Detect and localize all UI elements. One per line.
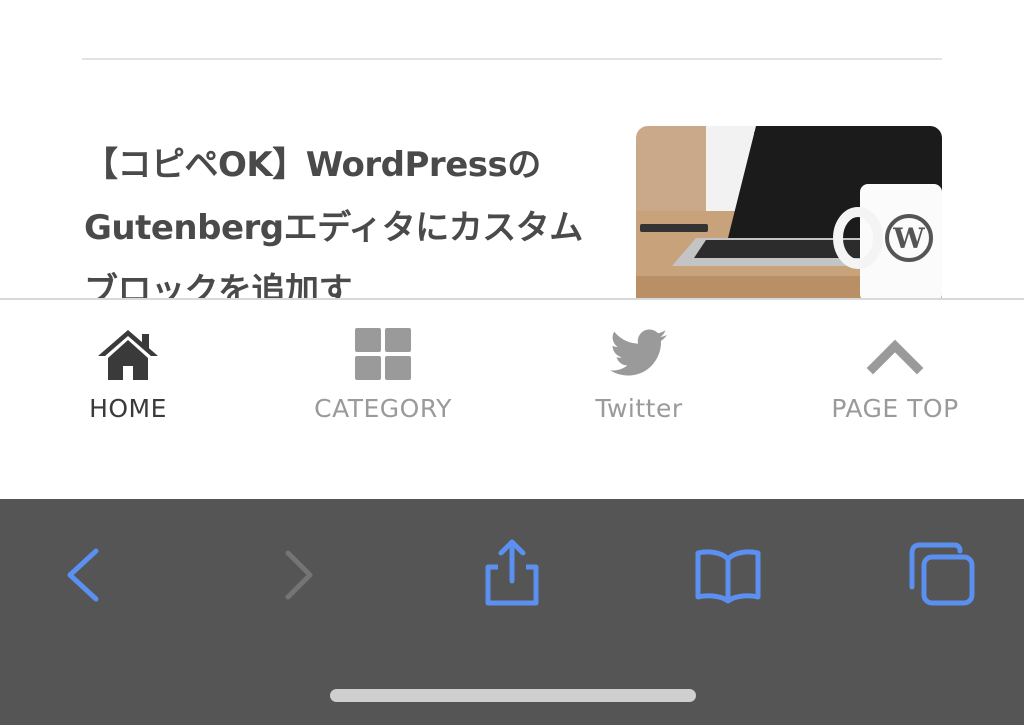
tabs-button[interactable] bbox=[902, 537, 982, 617]
back-button[interactable] bbox=[44, 537, 124, 617]
article-thumbnail[interactable]: W bbox=[636, 126, 942, 299]
share-button[interactable] bbox=[472, 537, 552, 617]
nav-home-label: HOME bbox=[89, 394, 167, 423]
nav-category-button[interactable]: CATEGORY bbox=[283, 320, 483, 430]
browser-toolbar bbox=[0, 499, 1024, 725]
chevron-right-icon bbox=[285, 550, 313, 600]
nav-category-label: CATEGORY bbox=[314, 394, 452, 423]
twitter-icon bbox=[610, 329, 667, 376]
bottom-nav-bar: HOME CATEGORY Twitter PAGE TOP bbox=[0, 298, 1024, 499]
chevron-up-icon bbox=[866, 339, 924, 375]
bookmarks-button[interactable] bbox=[688, 537, 768, 617]
divider bbox=[82, 58, 942, 60]
home-icon bbox=[98, 330, 158, 380]
book-icon bbox=[695, 549, 761, 604]
chevron-left-icon bbox=[67, 548, 99, 602]
nav-page-top-button[interactable]: PAGE TOP bbox=[795, 320, 995, 430]
page: 【コピペOK】WordPressのGutenbergエディタにカスタムブロックを… bbox=[0, 0, 1024, 725]
tabs-icon bbox=[909, 542, 975, 606]
home-indicator[interactable] bbox=[330, 689, 696, 702]
svg-text:W: W bbox=[892, 222, 925, 255]
nav-twitter-label: Twitter bbox=[595, 394, 683, 423]
nav-twitter-button[interactable]: Twitter bbox=[539, 320, 739, 430]
forward-button[interactable] bbox=[258, 537, 338, 617]
article-list: 【コピペOK】WordPressのGutenbergエディタにカスタムブロックを… bbox=[0, 0, 1024, 299]
nav-page-top-label: PAGE TOP bbox=[831, 394, 959, 423]
grid-icon bbox=[355, 328, 411, 380]
nav-home-button[interactable]: HOME bbox=[28, 320, 228, 430]
share-icon bbox=[485, 539, 539, 606]
article-title-link[interactable]: 【コピペOK】WordPressのGutenbergエディタにカスタムブロックを… bbox=[84, 134, 584, 299]
